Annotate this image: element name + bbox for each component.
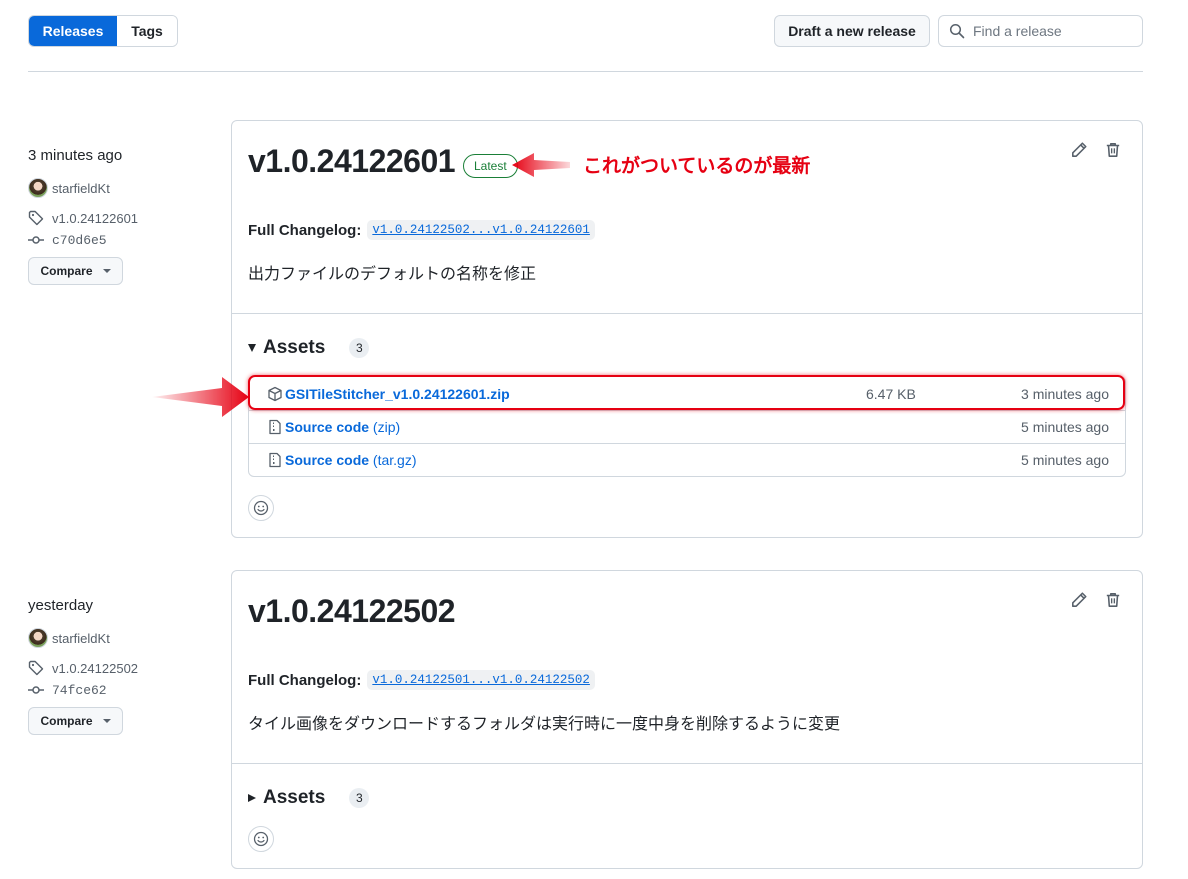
caret-down-icon (102, 269, 111, 273)
release-meta: yesterday starfieldKt v1.0.24122502 74fc… (28, 597, 218, 735)
tag-icon (28, 660, 44, 676)
trash-icon[interactable] (1104, 141, 1122, 159)
asset-row: Source code (tar.gz) 5 minutes ago (249, 443, 1125, 476)
annotation-label: これがついているのが最新 (583, 156, 811, 177)
assets-count: 3 (349, 788, 370, 808)
author-row[interactable]: starfieldKt (28, 627, 218, 649)
asset-row: GSITileStitcher_v1.0.24122601.zip 6.47 K… (249, 377, 1125, 410)
toolbar-divider (28, 71, 1143, 72)
avatar[interactable] (28, 628, 48, 648)
releases-tags-toggle: Releases Tags (28, 15, 178, 47)
changelog-link[interactable]: v1.0.24122501...v1.0.24122502 (367, 670, 595, 690)
changelog-link[interactable]: v1.0.24122502...v1.0.24122601 (367, 220, 595, 240)
assets-toggle[interactable]: Assets 3 (248, 337, 370, 359)
source-code-zip-link[interactable]: Source code (zip) (285, 419, 400, 435)
asset-time: 5 minutes ago (1021, 452, 1109, 468)
commit-sha[interactable]: c70d6e5 (52, 233, 107, 248)
smiley-icon (253, 831, 269, 847)
tab-releases[interactable]: Releases (29, 16, 117, 46)
author-row[interactable]: starfieldKt (28, 177, 218, 199)
assets-label: Assets (263, 787, 326, 808)
card-divider (232, 313, 1142, 314)
pencil-icon[interactable] (1070, 141, 1088, 159)
triangle-down-icon (248, 344, 256, 352)
release-actions (1070, 141, 1122, 159)
changelog-label: Full Changelog: (248, 671, 362, 689)
release-time: yesterday (28, 597, 94, 614)
add-reaction-button[interactable] (248, 495, 274, 521)
file-zip-icon (269, 419, 281, 435)
archive-format: (tar.gz) (369, 452, 417, 468)
full-changelog: Full Changelog: v1.0.24122501...v1.0.241… (248, 670, 595, 690)
tag-row[interactable]: v1.0.24122601 (28, 207, 218, 229)
release-meta: 3 minutes ago starfieldKt v1.0.24122601 … (28, 147, 218, 285)
draft-release-button[interactable]: Draft a new release (774, 15, 930, 47)
avatar[interactable] (28, 178, 48, 198)
compare-label: Compare (40, 264, 93, 278)
asset-link[interactable]: GSITileStitcher_v1.0.24122601.zip (285, 386, 510, 402)
find-release-search[interactable] (938, 15, 1143, 47)
assets-toggle[interactable]: Assets 3 (248, 787, 370, 809)
release-card: v1.0.24122502 Full Changelog: v1.0.24122… (231, 570, 1143, 869)
asset-list: GSITileStitcher_v1.0.24122601.zip 6.47 K… (248, 376, 1126, 477)
asset-time: 5 minutes ago (1021, 419, 1109, 435)
asset-row: Source code (zip) 5 minutes ago (249, 410, 1125, 443)
package-icon (268, 386, 282, 401)
search-input[interactable] (973, 23, 1133, 39)
release-notes: 出力ファイルのデフォルトの名称を修正 (248, 266, 537, 283)
assets-count: 3 (349, 338, 370, 358)
release-title[interactable]: v1.0.24122502 (248, 593, 456, 630)
release-card: v1.0.24122601 Latest Full Changelog: v1.… (231, 120, 1143, 538)
tab-tags[interactable]: Tags (117, 16, 177, 46)
changelog-label: Full Changelog: (248, 221, 362, 239)
compare-button[interactable]: Compare (28, 707, 123, 735)
trash-icon[interactable] (1104, 591, 1122, 609)
author-name[interactable]: starfieldKt (52, 181, 110, 196)
compare-label: Compare (40, 714, 93, 728)
full-changelog: Full Changelog: v1.0.24122502...v1.0.241… (248, 220, 595, 240)
commit-icon (28, 686, 44, 694)
add-reaction-button[interactable] (248, 826, 274, 852)
triangle-right-icon (248, 794, 256, 802)
archive-format: (zip) (369, 419, 401, 435)
release-notes: タイル画像をダウンロードするフォルダは実行時に一度中身を削除するように変更 (248, 716, 841, 733)
card-divider (232, 763, 1142, 764)
commit-row[interactable]: 74fce62 (28, 679, 218, 701)
commit-sha[interactable]: 74fce62 (52, 683, 107, 698)
author-name[interactable]: starfieldKt (52, 631, 110, 646)
release-actions (1070, 591, 1122, 609)
commit-row[interactable]: c70d6e5 (28, 229, 218, 251)
source-code-label: Source code (285, 452, 370, 468)
tag-row[interactable]: v1.0.24122502 (28, 657, 218, 679)
tag-icon (28, 210, 44, 226)
assets-label: Assets (263, 337, 326, 358)
caret-down-icon (102, 719, 111, 723)
releases-toolbar: Releases Tags Draft a new release (28, 15, 1143, 47)
release-time: 3 minutes ago (28, 147, 123, 164)
commit-icon (28, 236, 44, 244)
search-icon (949, 23, 965, 39)
file-zip-icon (269, 452, 281, 468)
tag-name[interactable]: v1.0.24122601 (52, 211, 138, 226)
annotation-arrow-right-icon (152, 377, 249, 417)
pencil-icon[interactable] (1070, 591, 1088, 609)
latest-badge: Latest (463, 154, 518, 178)
source-code-targz-link[interactable]: Source code (tar.gz) (285, 452, 417, 468)
tag-name[interactable]: v1.0.24122502 (52, 661, 138, 676)
asset-size: 6.47 KB (866, 385, 916, 402)
annotation-arrow-left-icon (512, 153, 570, 177)
asset-time: 3 minutes ago (1021, 385, 1109, 402)
smiley-icon (253, 500, 269, 516)
source-code-label: Source code (285, 419, 370, 435)
release-title[interactable]: v1.0.24122601 (248, 143, 456, 180)
compare-button[interactable]: Compare (28, 257, 123, 285)
